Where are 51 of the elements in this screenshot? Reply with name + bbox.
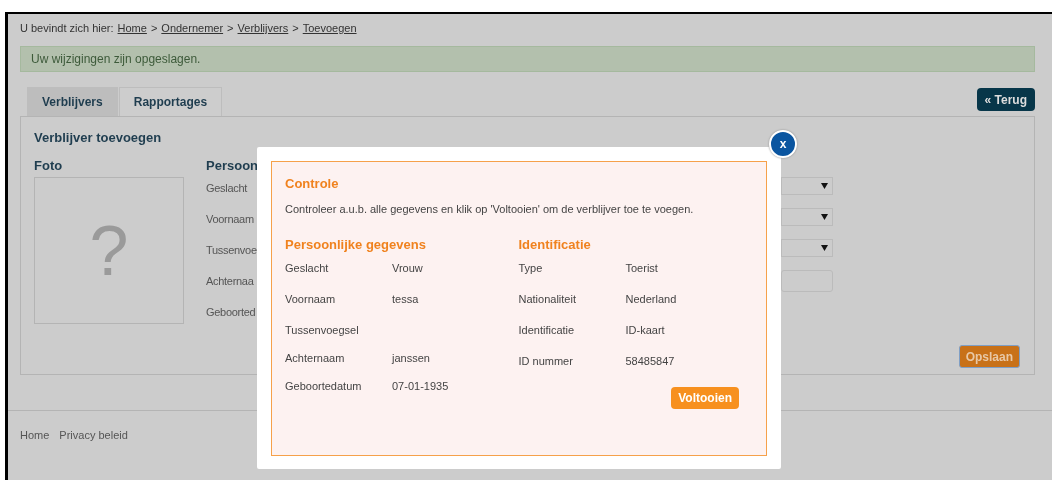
- field-value: tessa: [392, 292, 419, 307]
- section-heading: Identificatie: [518, 237, 592, 254]
- field-label: Nationaliteit: [518, 292, 577, 307]
- panel-title: Verblijver toevoegen: [34, 130, 162, 145]
- field-label: Voornaam: [206, 212, 254, 227]
- dialog-title: Controle: [285, 176, 340, 191]
- tab[interactable]: Verblijvers: [27, 87, 118, 116]
- field-label: Voornaam: [285, 292, 337, 307]
- breadcrumb-label: U bevindt zich hier:: [20, 22, 114, 36]
- breadcrumb-link[interactable]: Verblijvers: [237, 22, 289, 36]
- field-label: Tussenvoegsel: [285, 323, 360, 338]
- field-value: Vrouw: [392, 261, 423, 276]
- caret-icon: [821, 245, 828, 251]
- field-label: Geboorted: [206, 305, 256, 320]
- field-value: janssen: [392, 351, 430, 366]
- dropdown-field[interactable]: [781, 177, 833, 195]
- field-value: ID-kaart: [625, 323, 665, 338]
- field-label: Tussenvoe: [206, 243, 257, 258]
- field-value: Toerist: [625, 261, 658, 276]
- dropdown-field[interactable]: [781, 239, 833, 257]
- field-value: 07-01-1935: [392, 379, 449, 394]
- breadcrumb-link[interactable]: Ondernemer: [161, 22, 224, 36]
- tab[interactable]: Rapportages: [118, 87, 223, 116]
- field-label: Geslacht: [285, 261, 330, 276]
- breadcrumb-link[interactable]: Home: [117, 22, 147, 36]
- field-value: Nederland: [625, 292, 677, 307]
- field-label: Achternaam: [285, 351, 346, 366]
- section-heading: Persoon: [206, 158, 259, 175]
- field-value: 58485847: [625, 354, 675, 369]
- breadcrumb-separator: >: [292, 22, 299, 36]
- caret-icon: [821, 214, 828, 220]
- breadcrumb-link[interactable]: Toevoegen: [302, 22, 357, 36]
- breadcrumb-separator: >: [150, 22, 158, 36]
- close-button[interactable]: x: [769, 130, 797, 158]
- field-label: Geboortedatum: [285, 379, 363, 394]
- field-label: Achternaa: [206, 274, 254, 289]
- question-mark: ?: [89, 210, 129, 291]
- footer-link[interactable]: Home: [20, 429, 50, 441]
- field-label: Geslacht: [206, 181, 247, 196]
- caret-icon: [821, 183, 828, 189]
- breadcrumb-separator: >: [227, 22, 234, 36]
- field-label: Identificatie: [518, 323, 576, 338]
- field-label: ID nummer: [518, 354, 574, 369]
- field-label: Type: [518, 261, 544, 276]
- photo-heading: Foto: [34, 158, 64, 175]
- dialog-description: Controleer a.u.b. alle gegevens en klik op 'Voltooien' om de verblijver toe te voegen.: [285, 203, 695, 215]
- back-button[interactable]: « Terug: [976, 88, 1035, 111]
- footer-link[interactable]: Privacy beleid: [59, 429, 128, 441]
- dropdown-field[interactable]: [781, 208, 833, 226]
- section-heading: Persoonlijke gegevens: [285, 237, 427, 254]
- success-message: Uw wijzigingen zijn opgeslagen.: [20, 46, 1035, 72]
